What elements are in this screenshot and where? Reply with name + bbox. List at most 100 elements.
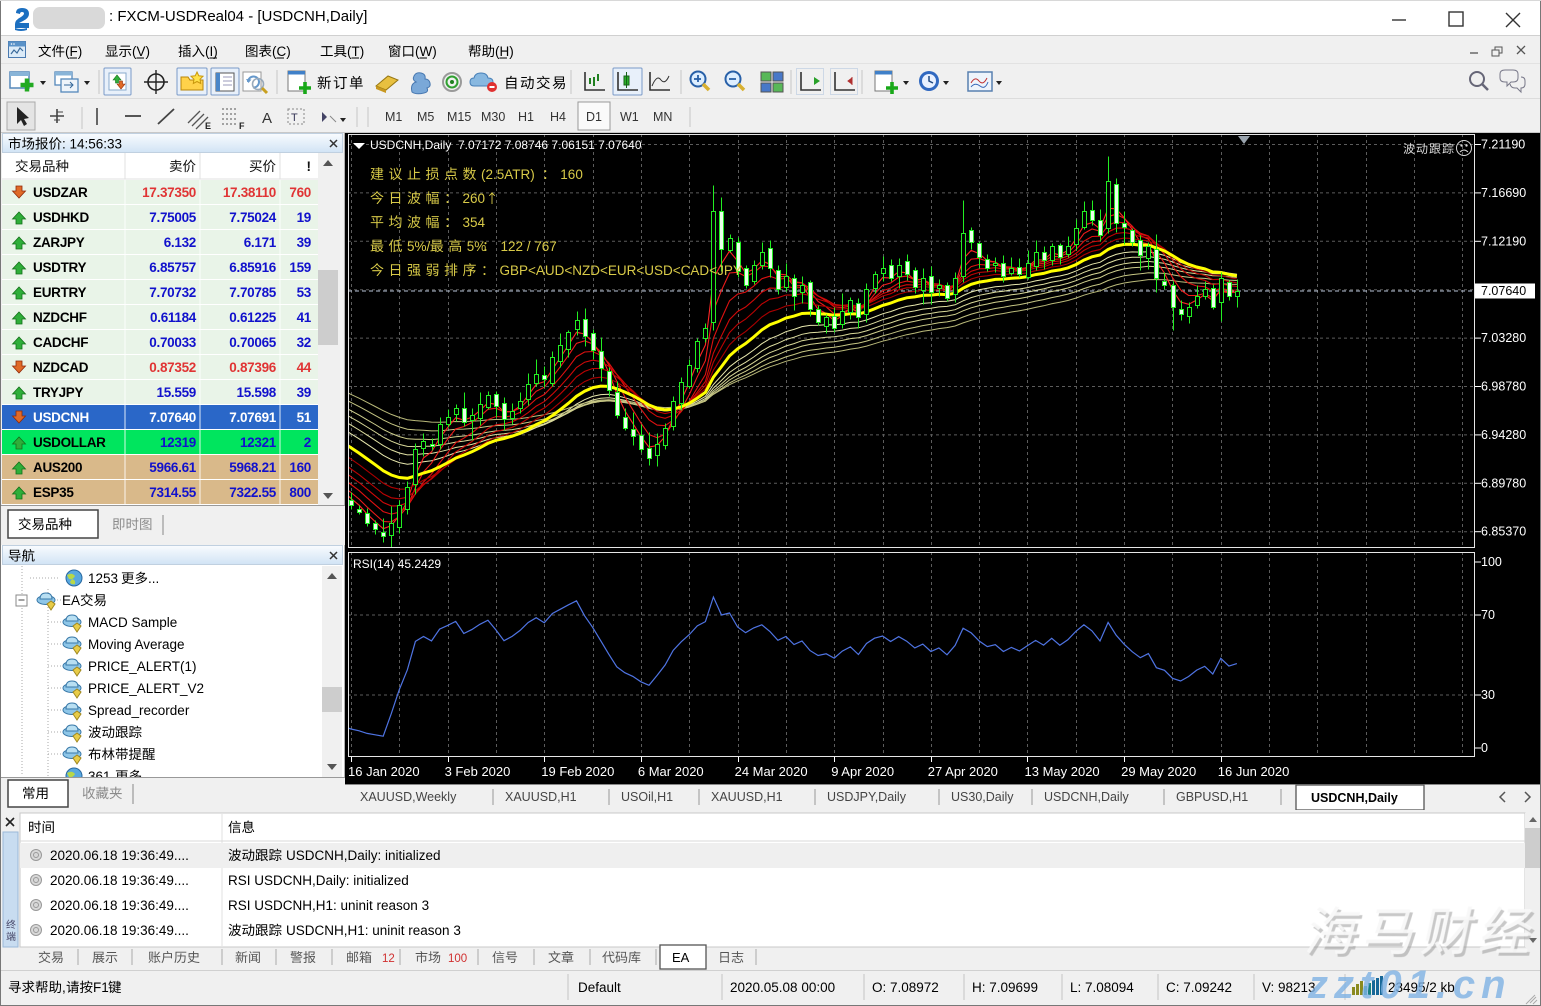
- svg-text:0.61184: 0.61184: [150, 310, 197, 325]
- svg-text:MN: MN: [653, 110, 672, 124]
- svg-text:MACD Sample: MACD Sample: [88, 615, 177, 630]
- svg-text:760: 760: [289, 185, 311, 200]
- svg-text:ESP35: ESP35: [33, 485, 74, 500]
- svg-text:160: 160: [289, 460, 311, 475]
- svg-text:NZDCHF: NZDCHF: [33, 310, 87, 325]
- svg-text:0.70033: 0.70033: [149, 335, 196, 350]
- svg-text:12319: 12319: [160, 435, 196, 450]
- svg-text:USDCNH,Daily: initialized: USDCNH,Daily: initialized: [286, 848, 441, 863]
- svg-text:27 Apr 2020: 27 Apr 2020: [928, 764, 998, 779]
- svg-text:USDTRY: USDTRY: [33, 260, 86, 275]
- svg-text:E: E: [205, 121, 211, 131]
- svg-text:2: 2: [304, 435, 311, 450]
- svg-text:7.07640: 7.07640: [1481, 284, 1526, 298]
- svg-text:M5: M5: [417, 110, 434, 124]
- svg-text:GBP<AUD<NZD<EUR<USD<CAD<JPY: GBP<AUD<NZD<EUR<USD<CAD<JPY: [500, 263, 742, 278]
- svg-text:USDOLLAR: USDOLLAR: [33, 435, 106, 450]
- svg-text:USDJPY,Daily: USDJPY,Daily: [827, 790, 907, 804]
- svg-text:160: 160: [560, 167, 583, 182]
- svg-text:Moving Average: Moving Average: [88, 637, 185, 652]
- svg-text:13 May 2020: 13 May 2020: [1025, 764, 1100, 779]
- svg-text:AUS200: AUS200: [33, 460, 82, 475]
- svg-text:39: 39: [297, 235, 311, 250]
- svg-text:XAUUSD,H1: XAUUSD,H1: [711, 790, 783, 804]
- svg-text:0.61225: 0.61225: [229, 310, 276, 325]
- svg-text:USDCNH,Daily: USDCNH,Daily: [1044, 790, 1129, 804]
- svg-text:(V): (V): [132, 44, 150, 59]
- svg-text:US30,Daily: US30,Daily: [951, 790, 1014, 804]
- svg-text:32: 32: [297, 335, 311, 350]
- svg-text:,: ,: [62, 980, 66, 995]
- svg-text:PRICE_ALERT(1): PRICE_ALERT(1): [88, 659, 197, 674]
- svg-text:(2.5ATR): (2.5ATR): [481, 167, 535, 182]
- svg-text:(C): (C): [272, 44, 291, 59]
- svg-text:6.94280: 6.94280: [1481, 428, 1526, 442]
- svg-text:(W): (W): [415, 44, 437, 59]
- svg-text:zzt01.cn: zzt01.cn: [1307, 963, 1512, 1006]
- svg-text:6.171: 6.171: [244, 235, 277, 250]
- svg-text:RSI USDCNH,Daily: initialized: RSI USDCNH,Daily: initialized: [228, 873, 409, 888]
- svg-text:T: T: [291, 112, 298, 124]
- svg-text:2020.06.18 19:36:49....: 2020.06.18 19:36:49....: [50, 848, 189, 863]
- svg-text:(F): (F): [65, 44, 82, 59]
- svg-text:70: 70: [1481, 608, 1495, 622]
- svg-text:M15: M15: [447, 110, 471, 124]
- svg-text:7.70785: 7.70785: [229, 285, 276, 300]
- svg-text:800: 800: [289, 485, 311, 500]
- svg-text:0.87396: 0.87396: [229, 360, 276, 375]
- svg-text:M30: M30: [481, 110, 505, 124]
- svg-text:F: F: [239, 121, 245, 131]
- svg-text:EURTRY: EURTRY: [33, 285, 86, 300]
- svg-text:(I): (I): [205, 44, 218, 59]
- svg-text:39: 39: [297, 385, 311, 400]
- svg-text:USDCNH,Daily: USDCNH,Daily: [1311, 791, 1398, 805]
- svg-text:7.07640: 7.07640: [149, 410, 196, 425]
- svg-text:CADCHF: CADCHF: [33, 335, 88, 350]
- svg-text:6.132: 6.132: [164, 235, 196, 250]
- svg-text:6 Mar 2020: 6 Mar 2020: [638, 764, 704, 779]
- svg-text:GBPUSD,H1: GBPUSD,H1: [1176, 790, 1248, 804]
- svg-text:F1: F1: [93, 980, 109, 995]
- svg-text:(T): (T): [347, 44, 364, 59]
- svg-text:!: !: [307, 159, 312, 174]
- svg-text:...: ...: [148, 571, 159, 586]
- svg-text:7.75005: 7.75005: [149, 210, 196, 225]
- svg-text:0.87352: 0.87352: [149, 360, 196, 375]
- svg-text:2020.05.08 00:00: 2020.05.08 00:00: [730, 980, 835, 995]
- svg-text:USDZAR: USDZAR: [33, 185, 88, 200]
- svg-text:12: 12: [382, 953, 395, 965]
- svg-text:2020.06.18 19:36:49....: 2020.06.18 19:36:49....: [50, 898, 189, 913]
- svg-text:15.559: 15.559: [157, 385, 197, 400]
- svg-text:Default: Default: [578, 980, 621, 995]
- svg-text:15.598: 15.598: [237, 385, 277, 400]
- svg-text:NZDCAD: NZDCAD: [33, 360, 89, 375]
- svg-text:7.16690: 7.16690: [1481, 186, 1526, 200]
- svg-text:5968.21: 5968.21: [229, 460, 276, 475]
- svg-text:PRICE_ALERT_V2: PRICE_ALERT_V2: [88, 681, 204, 696]
- svg-text:USDHKD: USDHKD: [33, 210, 90, 225]
- svg-text:100: 100: [448, 953, 467, 965]
- svg-text:EA: EA: [672, 950, 690, 965]
- svg-text:1253: 1253: [88, 571, 118, 586]
- svg-text:(H): (H): [495, 44, 514, 59]
- svg-text:53: 53: [297, 285, 312, 300]
- svg-text:5%/: 5%/: [407, 239, 431, 254]
- svg-text:5966.61: 5966.61: [149, 460, 196, 475]
- svg-text:6.98780: 6.98780: [1481, 380, 1526, 394]
- svg-text:TRYJPY: TRYJPY: [33, 385, 84, 400]
- svg-text:51: 51: [297, 410, 312, 425]
- svg-text:H4: H4: [550, 110, 566, 124]
- svg-text:D1: D1: [586, 110, 602, 124]
- svg-text:W1: W1: [620, 110, 639, 124]
- svg-text:7.75024: 7.75024: [229, 210, 276, 225]
- svg-text:7.03280: 7.03280: [1481, 331, 1526, 345]
- svg-text:5%: 5%: [467, 239, 487, 254]
- svg-text:6.85757: 6.85757: [149, 260, 196, 275]
- svg-text:7314.55: 7314.55: [149, 485, 196, 500]
- svg-text:29 May 2020: 29 May 2020: [1121, 764, 1196, 779]
- svg-text:19 Feb 2020: 19 Feb 2020: [541, 764, 614, 779]
- svg-text:6.89780: 6.89780: [1481, 476, 1526, 490]
- svg-text:L: 7.08094: L: 7.08094: [1070, 980, 1134, 995]
- svg-text:41: 41: [297, 310, 312, 325]
- svg-text:24 Mar 2020: 24 Mar 2020: [735, 764, 808, 779]
